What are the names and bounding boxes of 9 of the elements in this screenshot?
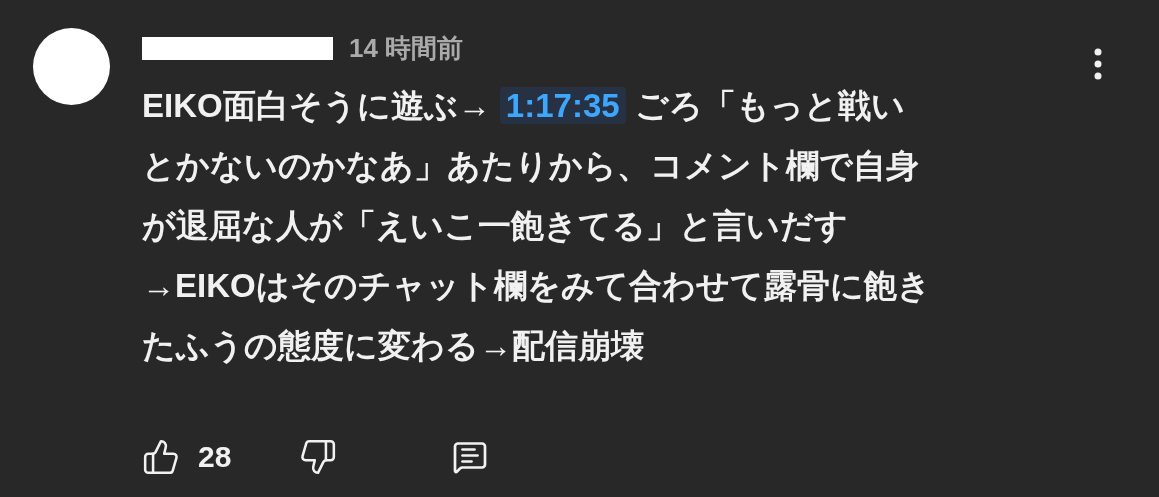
- comment-text: EIKO面白そうに遊ぶ→ 1:17:35 ごろ「もっと戦い とかないのかなあ」あたりから、コメント欄で自身 が退屈な人が「えいこ一飽きてる」と言いだす →EIKOはそのチャット欄をみて合わせて露骨に飽き たふうの態度に変わる→配信崩壊: [142, 86, 932, 366]
- comment-time: 14 時間前: [349, 31, 464, 65]
- thumbs-down-icon: [299, 437, 338, 476]
- thumbs-up-icon: [142, 437, 180, 476]
- more-icon: [1094, 48, 1102, 80]
- dislike-button[interactable]: [299, 437, 338, 476]
- more-button[interactable]: [1094, 48, 1102, 80]
- like-button[interactable]: 28: [142, 434, 232, 479]
- timestamp-link[interactable]: 1:17:35: [499, 87, 626, 124]
